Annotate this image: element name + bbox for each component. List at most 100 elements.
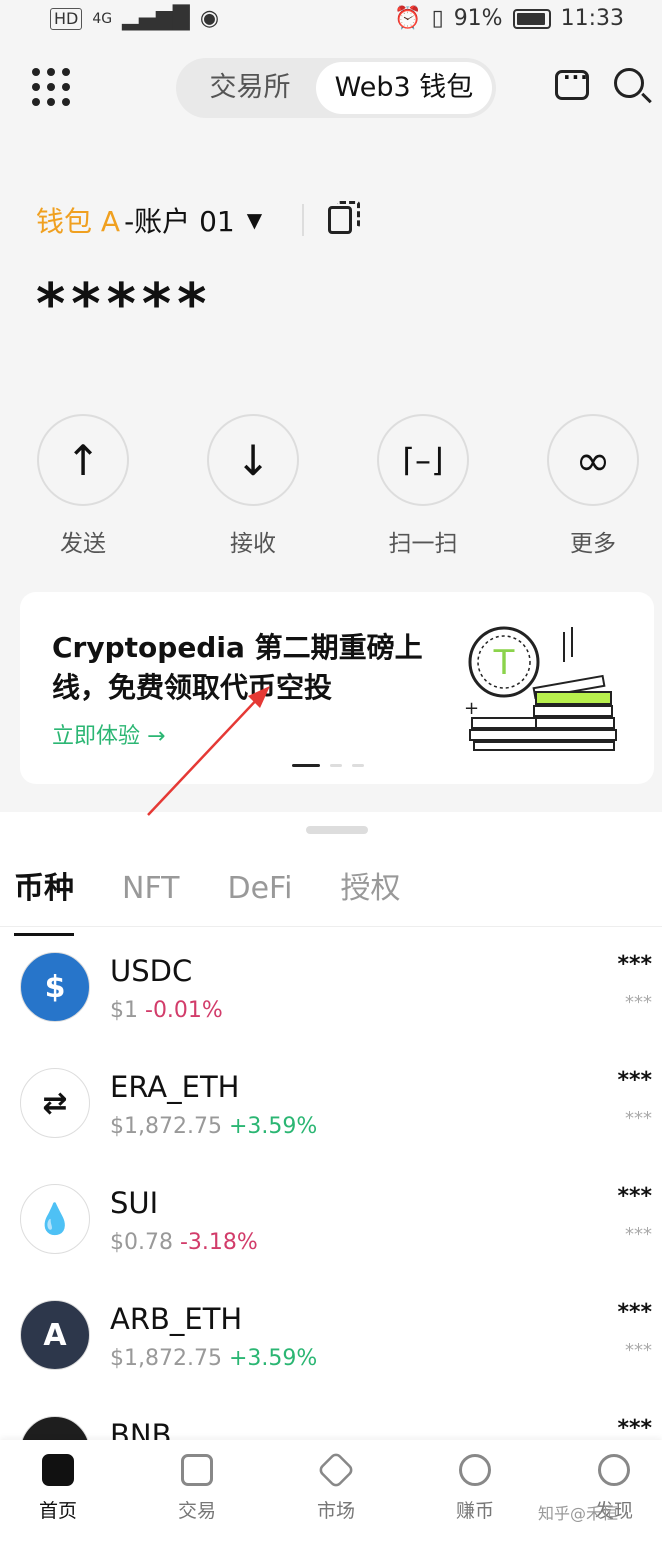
token-value: *** [625,1108,652,1129]
token-price: $1 [110,998,138,1023]
token-symbol: ARB_ETH [110,1302,243,1336]
nav-home[interactable]: 首页 [18,1454,98,1523]
token-price: $1,872.75 [110,1346,222,1371]
tab-exchange[interactable]: 交易所 [184,62,316,114]
sui-icon: 💧 [20,1184,90,1254]
asset-tabs: 币种 NFT DeFi 授权 [14,864,400,936]
nav-earn[interactable]: 赚币 [435,1454,515,1523]
scan-button[interactable]: ⌈–⌋ 扫一扫 [376,414,470,558]
infinity-icon: ∞ [547,414,639,506]
caret-down-icon: ▼ [246,208,263,232]
wallet-name: 钱包 A [36,205,121,238]
token-price-line: $0.78 -3.18% [110,1230,258,1255]
nav-label: 市场 [316,1500,355,1522]
token-symbol: ERA_ETH [110,1070,240,1104]
vibrate-icon: ▯ [431,6,444,31]
promo-banner[interactable]: Cryptopedia 第二期重磅上线，免费领取代币空投 立即体验 → T + [20,592,654,784]
send-label: 发送 [60,531,106,557]
market-icon [316,1450,356,1490]
arbitrum-icon: A [20,1300,90,1370]
send-button[interactable]: ↑ 发送 [36,414,130,558]
tabs-divider [0,926,662,927]
token-change: -0.01% [145,998,223,1023]
token-change: +3.59% [228,1114,318,1139]
watermark: 知乎@禾恒 [538,1504,619,1523]
receive-label: 接收 [230,531,276,557]
drag-handle[interactable] [306,826,368,834]
token-balance: *** [617,1416,652,1441]
tab-nft[interactable]: NFT [122,864,180,924]
search-icon[interactable] [614,68,644,98]
token-value: *** [625,1340,652,1361]
hd-icon: HD [50,7,83,30]
home-icon [42,1454,74,1486]
token-symbol: USDC [110,954,193,988]
nav-label: 赚币 [455,1500,494,1522]
scan-label: 扫一扫 [388,531,458,557]
token-symbol: SUI [110,1186,159,1220]
status-right: ⏰ ▯ 91% 11:33 [394,6,624,31]
token-balance: *** [617,1068,652,1093]
carousel-dots [292,764,364,767]
chat-icon[interactable] [555,65,589,100]
arrow-up-icon: ↑ [37,414,129,506]
token-row-era-eth[interactable]: ⇄ ERA_ETH $1,872.75 +3.59% *** *** [0,1068,662,1184]
more-label: 更多 [570,531,616,557]
scan-icon: ⌈–⌋ [377,414,469,506]
token-row-usdc[interactable]: $ USDC $1 -0.01% *** *** [0,952,662,1068]
token-value: *** [625,1224,652,1245]
planet-icon [598,1454,630,1486]
signal-bars-icon: ▂▄▆█ [122,6,190,31]
token-price: $1,872.75 [110,1114,222,1139]
eye-icon: ◉ [199,6,220,31]
tab-tokens[interactable]: 币种 [14,864,74,936]
top-header: 交易所 Web3 钱包 [0,56,662,120]
token-price-line: $1,872.75 +3.59% [110,1114,317,1139]
nav-label: 交易 [177,1500,216,1522]
tab-defi[interactable]: DeFi [228,864,293,924]
token-change: +3.59% [228,1346,318,1371]
arrow-down-icon: ↓ [207,414,299,506]
coin-stack-illustration: T + [464,626,617,751]
wallet-balance: ***** [36,272,213,337]
swap-icon [181,1454,213,1486]
battery-icon [512,8,551,29]
nav-label: 首页 [38,1500,77,1522]
tab-approvals[interactable]: 授权 [340,864,400,924]
assets-sheet: 币种 NFT DeFi 授权 $ USDC $1 -0.01% *** *** … [0,812,662,1541]
token-row-sui[interactable]: 💧 SUI $0.78 -3.18% *** *** [0,1184,662,1300]
earn-chart-icon [459,1454,491,1486]
svg-text:T: T [493,643,515,683]
wallet-selector[interactable]: 钱包 A -账户 01 ▼ [36,200,361,240]
battery-percent: 91% [453,6,503,31]
token-balance: *** [617,1184,652,1209]
token-price: $0.78 [110,1230,173,1255]
mode-segmented-control: 交易所 Web3 钱包 [176,58,496,118]
divider [302,204,305,236]
signal-icon: 4G [92,10,113,27]
account-name: -账户 01 [124,205,235,238]
token-price-line: $1 -0.01% [110,998,223,1023]
tab-web3-wallet[interactable]: Web3 钱包 [316,62,492,114]
token-price-line: $1,872.75 +3.59% [110,1346,317,1371]
nav-trade[interactable]: 交易 [157,1454,237,1523]
banner-title: Cryptopedia 第二期重磅上线，免费领取代币空投 [52,631,423,704]
zksync-era-icon: ⇄ [20,1068,90,1138]
clock: 11:33 [560,6,624,31]
status-bar: HD 4G ▂▄▆█ ◉ ⏰ ▯ 91% 11:33 [0,0,662,40]
token-row-arb-eth[interactable]: A ARB_ETH $1,872.75 +3.59% *** *** [0,1300,662,1416]
more-button[interactable]: ∞ 更多 [546,414,640,558]
receive-button[interactable]: ↓ 接收 [206,414,300,558]
menu-grid-icon[interactable] [32,68,70,106]
status-left: HD 4G ▂▄▆█ ◉ [50,6,219,31]
token-balance: *** [617,952,652,977]
token-balance: *** [617,1300,652,1325]
quick-actions: ↑ 发送 ↓ 接收 ⌈–⌋ 扫一扫 ∞ 更多 [0,414,662,557]
banner-cta-link[interactable]: 立即体验 → [52,718,165,750]
nav-market[interactable]: 市场 [296,1450,376,1523]
alarm-icon: ⏰ [394,6,422,31]
usdc-icon: $ [20,952,90,1022]
token-value: *** [625,992,652,1013]
svg-text:+: + [464,698,479,719]
copy-icon[interactable] [328,201,361,234]
